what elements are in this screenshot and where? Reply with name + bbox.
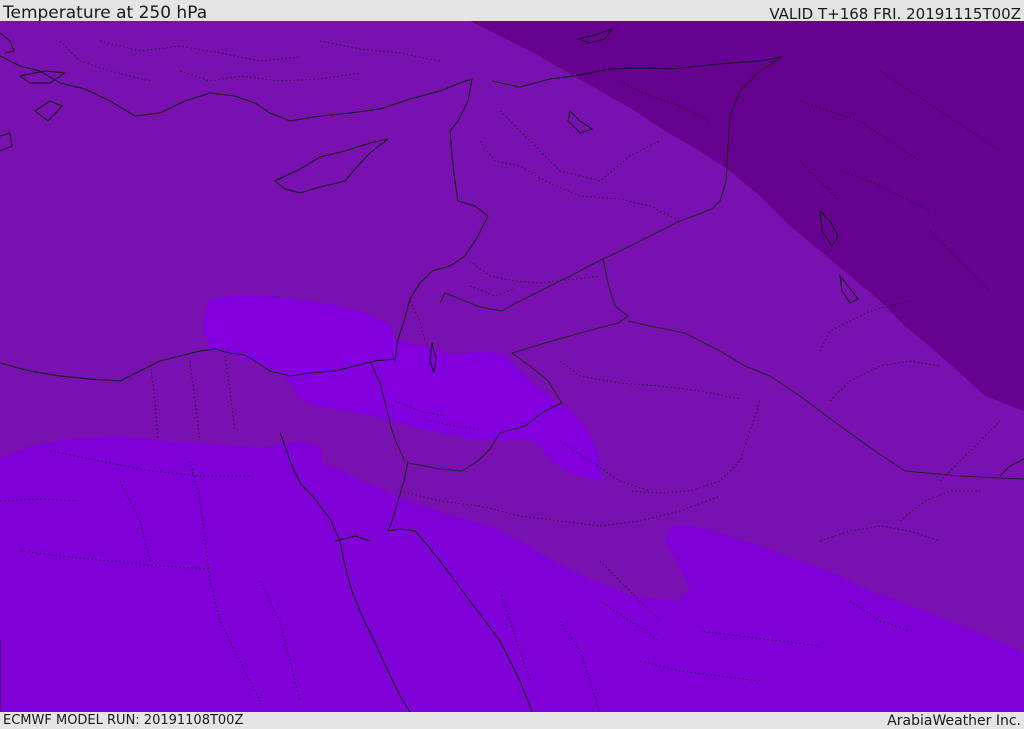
brand-label: ArabiaWeather Inc. <box>887 713 1021 729</box>
header-bar: Temperature at 250 hPa VALID T+168 FRI. … <box>0 0 1024 23</box>
map-title: Temperature at 250 hPa <box>3 3 208 23</box>
temperature-map-svg <box>0 21 1024 712</box>
map-canvas[interactable] <box>0 21 1024 712</box>
model-run-label: ECMWF MODEL RUN: 20191108T00Z <box>3 713 244 728</box>
footer-bar: ECMWF MODEL RUN: 20191108T00Z ArabiaWeat… <box>0 712 1024 729</box>
